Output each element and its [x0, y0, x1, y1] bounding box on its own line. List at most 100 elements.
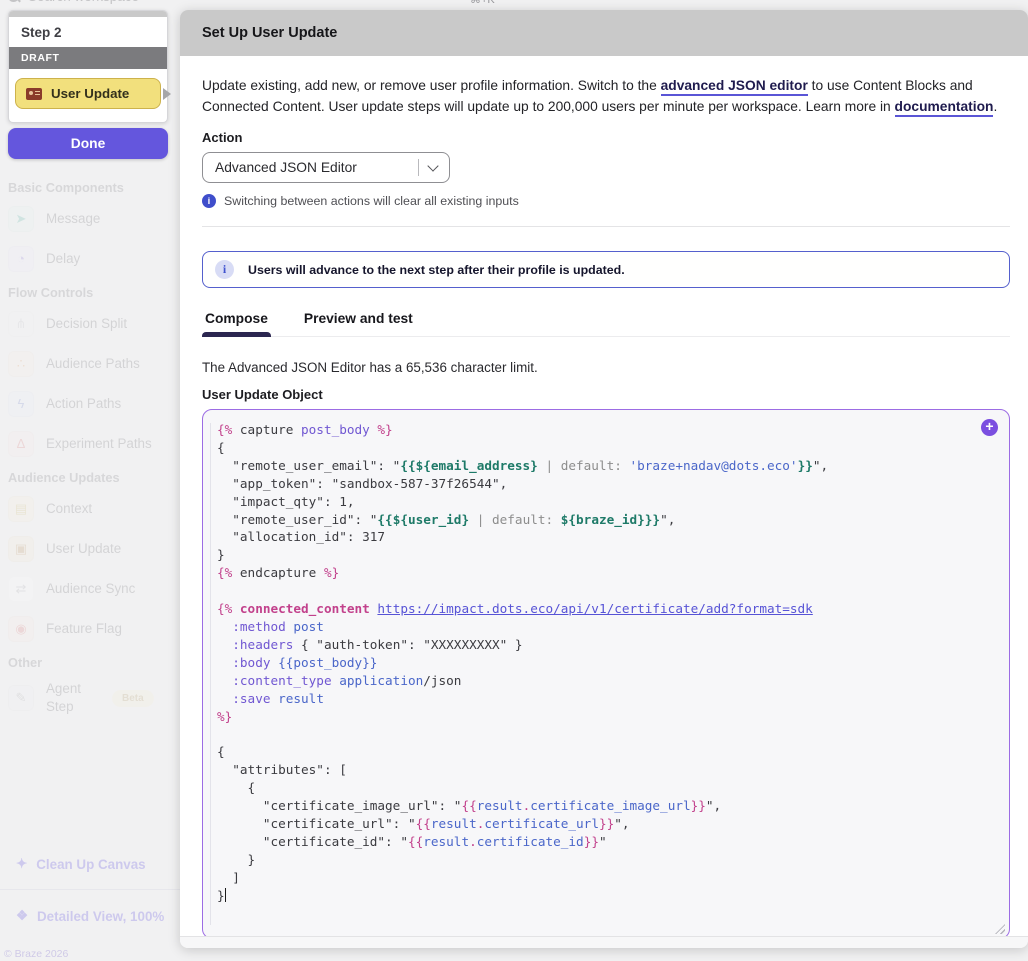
- document-icon: ▤: [8, 496, 34, 522]
- component-sidebar: Basic Components ➤ Message ◔ Delay Flow Contr…: [8, 168, 176, 729]
- banner-text: Users will advance to the next step afte…: [248, 263, 625, 277]
- code-line: :save result: [217, 690, 995, 708]
- code-line: "impact_qty": 1,: [217, 493, 995, 511]
- char-limit-text: The Advanced JSON Editor has a 65,536 ch…: [202, 360, 1010, 375]
- sidebar-item-agent-step[interactable]: ✎Agent StepBeta: [8, 680, 176, 716]
- advanced-json-editor-link[interactable]: advanced JSON editor: [661, 78, 808, 96]
- sidebar-item-label: Audience Paths: [46, 356, 140, 371]
- code-line: {: [217, 439, 995, 457]
- info-icon: i: [202, 194, 216, 208]
- copyright-text: © Braze 2026: [4, 948, 68, 960]
- sidebar-item-label: Message: [46, 211, 100, 226]
- search-shortcut-hint: ⌘+K: [470, 0, 495, 6]
- draft-status-badge: DRAFT: [9, 47, 167, 69]
- sidebar-item-audience-paths[interactable]: ∴ Audience Paths: [8, 350, 176, 377]
- text-cursor: [225, 888, 227, 902]
- sidebar-section-header: Audience Updates: [8, 470, 176, 485]
- editor-code[interactable]: {% capture post_body %}{ "remote_user_em…: [217, 421, 995, 904]
- user-update-node[interactable]: User Update: [15, 78, 161, 109]
- code-line: }: [217, 851, 995, 869]
- send-icon: ➤: [8, 206, 34, 232]
- node-label: User Update: [51, 86, 129, 101]
- code-line: }: [217, 887, 995, 905]
- code-line: "certificate_url": "{{result.certificate…: [217, 815, 995, 833]
- code-line: :method post: [217, 618, 995, 636]
- sidebar-section-header: Basic Components: [8, 180, 176, 195]
- done-button[interactable]: Done: [8, 128, 168, 159]
- toggle-icon: ◉: [8, 616, 34, 642]
- split-icon: ⋔: [8, 311, 34, 337]
- action-selected-value: Advanced JSON Editor: [215, 160, 357, 175]
- journey-canvas-page: Search workspace ⌘+K Step 2 DRAFT User U…: [0, 0, 1028, 961]
- documentation-link[interactable]: documentation: [895, 99, 994, 117]
- layers-icon: ❖: [16, 908, 28, 924]
- flask-icon: ∆: [8, 431, 34, 457]
- add-personalization-button[interactable]: +: [981, 419, 998, 436]
- tab-preview-and-test[interactable]: Preview and test: [301, 311, 416, 336]
- sidebar-item-action-paths[interactable]: ϟ Action Paths: [8, 390, 176, 417]
- json-editor[interactable]: {% capture post_body %}{ "remote_user_em…: [202, 409, 1010, 939]
- setup-user-update-panel: Set Up User Update Update existing, add …: [180, 10, 1028, 948]
- sidebar-item-delay[interactable]: ◔ Delay: [8, 245, 176, 272]
- description-text: Update existing, add new, or remove user…: [202, 75, 1010, 117]
- id-card-icon: [26, 88, 42, 100]
- code-line: "allocation_id": 317: [217, 528, 995, 546]
- panel-title: Set Up User Update: [180, 10, 1028, 56]
- info-banner: i Users will advance to the next step af…: [202, 251, 1010, 288]
- beta-badge: Beta: [112, 690, 154, 707]
- search-placeholder: Search workspace: [28, 0, 139, 4]
- code-line: "attributes": [: [217, 761, 995, 779]
- sidebar-item-context[interactable]: ▤ Context: [8, 495, 176, 522]
- action-label: Action: [202, 130, 1010, 145]
- sidebar-item-feature-flag[interactable]: ◉ Feature Flag: [8, 615, 176, 642]
- sidebar-item-audience-sync[interactable]: ⇄ Audience Sync: [8, 575, 176, 602]
- user-update-object-label: User Update Object: [202, 387, 1010, 402]
- description-segment: Update existing, add new, or remove user…: [202, 78, 661, 93]
- sidebar-item-label: Feature Flag: [46, 621, 122, 636]
- sidebar-item-label: Audience Sync: [46, 581, 135, 596]
- indent-guide: [210, 423, 211, 925]
- code-line: :content_type application/json: [217, 672, 995, 690]
- code-line: {% capture post_body %}: [217, 421, 995, 439]
- code-line: {% endcapture %}: [217, 564, 995, 582]
- sidebar-item-experiment-paths[interactable]: ∆Experiment Paths: [8, 430, 176, 457]
- sync-icon: ⇄: [8, 576, 34, 602]
- sidebar-item-label: Decision Split: [46, 316, 127, 331]
- clean-up-canvas-button[interactable]: ✦ Clean Up Canvas: [16, 856, 146, 872]
- info-icon: i: [215, 260, 234, 279]
- dropdown-divider: [418, 159, 419, 176]
- sidebar-item-label: Delay: [46, 251, 80, 266]
- wand-icon: ✦: [16, 856, 27, 872]
- sidebar-item-decision-split[interactable]: ⋔ Decision Split: [8, 310, 176, 337]
- people-icon: ∴: [8, 351, 34, 377]
- detailed-view-toggle[interactable]: ❖ Detailed View, 100% ∧: [16, 908, 187, 924]
- code-line: [217, 725, 995, 743]
- sidebar-item-label: Action Paths: [46, 396, 121, 411]
- clock-icon: ◔: [8, 246, 34, 272]
- pencil-icon: ✎: [8, 685, 34, 711]
- workspace-search-bar[interactable]: Search workspace: [8, 0, 528, 10]
- code-line: "certificate_image_url": "{{result.certi…: [217, 797, 995, 815]
- id-card-icon: ▣: [8, 536, 34, 562]
- code-line: {: [217, 743, 995, 761]
- sidebar-section-header: Flow Controls: [8, 285, 176, 300]
- code-line: "remote_user_id": "{{${user_id} | defaul…: [217, 511, 995, 529]
- action-switch-note: i Switching between actions will clear a…: [202, 194, 1010, 208]
- sidebar-item-message[interactable]: ➤ Message: [8, 205, 176, 232]
- compose-preview-tabs: Compose Preview and test: [202, 311, 1010, 337]
- tab-compose[interactable]: Compose: [202, 311, 271, 336]
- bolt-icon: ϟ: [8, 391, 34, 417]
- chevron-down-icon: [427, 160, 438, 171]
- action-select[interactable]: Advanced JSON Editor: [202, 152, 450, 183]
- sidebar-item-label: User Update: [46, 541, 121, 556]
- sidebar-section-header: Other: [8, 655, 176, 670]
- sidebar-divider: [0, 889, 180, 890]
- search-icon: [8, 0, 19, 2]
- section-divider: [202, 226, 1010, 227]
- node-connector-handle[interactable]: [163, 88, 171, 100]
- code-line: :body {{post_body}}: [217, 654, 995, 672]
- sidebar-item-user-update[interactable]: ▣ User Update: [8, 535, 176, 562]
- sidebar-item-label: Context: [46, 501, 92, 516]
- resize-handle[interactable]: [995, 924, 1005, 934]
- code-line: :headers { "auth-token": "XXXXXXXXX" }: [217, 636, 995, 654]
